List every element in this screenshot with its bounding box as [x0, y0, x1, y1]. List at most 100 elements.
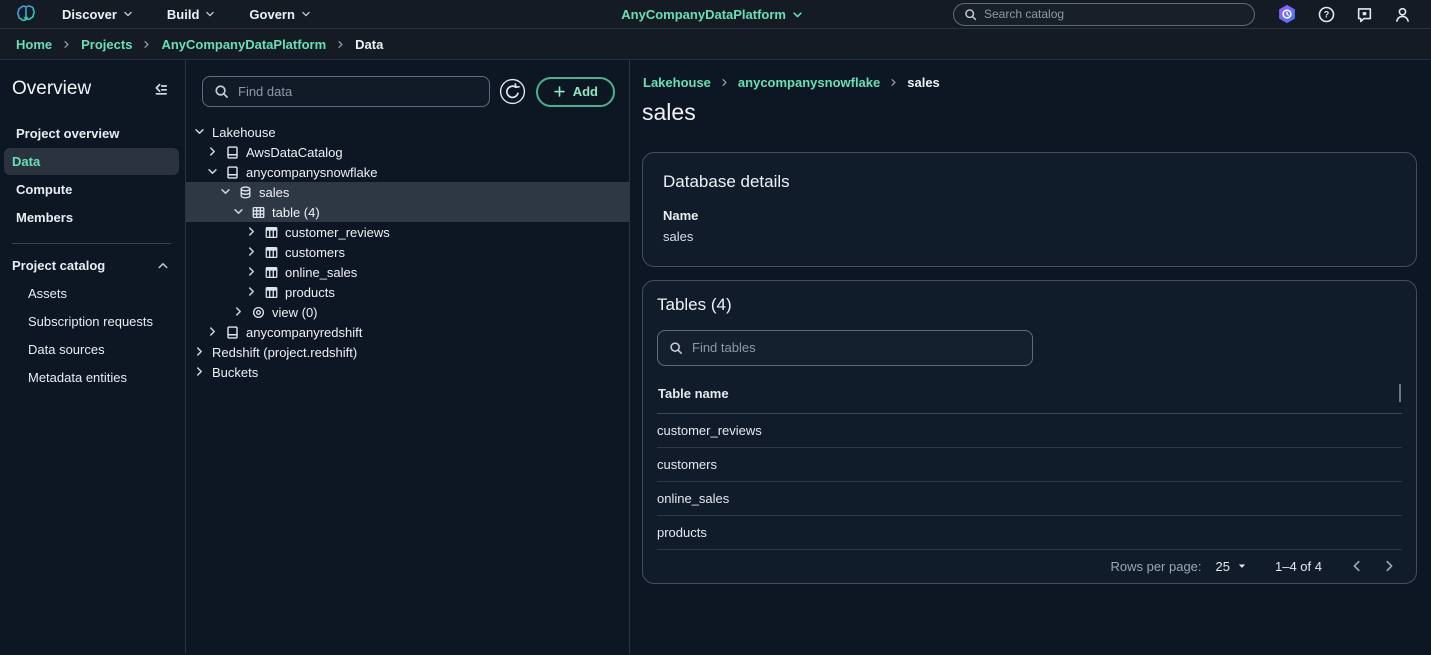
- sidebar-item-metadata-entities[interactable]: Metadata entities: [4, 364, 179, 391]
- find-tables-input[interactable]: [692, 340, 1021, 355]
- tree-node-redshift-project-redshift[interactable]: Redshift (project.redshift): [186, 342, 629, 362]
- table-cell-name: online_sales: [657, 491, 729, 506]
- next-page-icon[interactable]: [1380, 557, 1398, 575]
- breadcrumb-item-home[interactable]: Home: [16, 37, 52, 52]
- table-grid-icon: [251, 205, 266, 220]
- pagination: Rows per page: 25 1–4 of 4: [657, 550, 1402, 584]
- svg-text:?: ?: [1324, 9, 1330, 19]
- sidebar-item-project-overview[interactable]: Project overview: [4, 120, 179, 147]
- tables-heading: Tables (4): [657, 295, 1402, 315]
- sidebar-item-compute[interactable]: Compute: [4, 176, 179, 203]
- add-button[interactable]: Add: [536, 77, 615, 107]
- tree-node-label: products: [285, 285, 335, 300]
- tree-node-anycompanysnowflake[interactable]: anycompanysnowflake: [186, 162, 629, 182]
- project-selector-dropdown[interactable]: AnyCompanyDataPlatform: [621, 7, 803, 22]
- table-body: customer_reviewscustomers online_salespro…: [657, 414, 1402, 550]
- search-icon: [214, 84, 229, 99]
- table-icon: [264, 285, 279, 300]
- tree-node-label: AwsDataCatalog: [246, 145, 343, 160]
- chevron-right-icon[interactable]: [233, 306, 245, 318]
- tree-node-online-sales[interactable]: online_sales: [186, 262, 629, 282]
- chevron-down-icon[interactable]: [207, 166, 219, 178]
- chevron-right-icon[interactable]: [246, 226, 258, 238]
- chevron-down-icon[interactable]: [233, 206, 245, 218]
- tree-node-customers[interactable]: customers: [186, 242, 629, 262]
- breadcrumb-item-lakehouse[interactable]: Lakehouse: [643, 75, 711, 90]
- table-row-customers[interactable]: customers: [657, 448, 1402, 482]
- top-navigation: Discover Build Govern AnyCompanyDataPlatfo…: [0, 0, 1431, 29]
- chevron-right-icon[interactable]: [194, 346, 206, 358]
- tree-node-awsdatacatalog[interactable]: AwsDataCatalog: [186, 142, 629, 162]
- breadcrumb-item-anycompanysnowflake[interactable]: anycompanysnowflake: [738, 75, 880, 90]
- nav-menu-build[interactable]: Build: [167, 7, 216, 22]
- name-label: Name: [663, 208, 1396, 223]
- caret-down-icon: [1237, 561, 1247, 571]
- breadcrumb-separator: [336, 40, 345, 49]
- nav-menu-govern[interactable]: Govern: [249, 7, 311, 22]
- sidebar-title: Overview: [12, 78, 91, 100]
- tree-node-sales[interactable]: sales: [186, 182, 629, 202]
- tree-node-view-0[interactable]: view (0): [186, 302, 629, 322]
- tree-node-products[interactable]: products: [186, 282, 629, 302]
- chevron-right-icon[interactable]: [246, 246, 258, 258]
- add-button-label: Add: [573, 84, 598, 99]
- table-row-online-sales[interactable]: online_sales: [657, 482, 1402, 516]
- sidebar-item-assets[interactable]: Assets: [4, 280, 179, 307]
- find-tables-search[interactable]: [657, 330, 1033, 366]
- chevron-right-icon[interactable]: [207, 326, 219, 338]
- tree-node-customer-reviews[interactable]: customer_reviews: [186, 222, 629, 242]
- nav-menu-label: Build: [167, 7, 200, 22]
- table-row-products[interactable]: products: [657, 516, 1402, 550]
- catalog-search[interactable]: [953, 3, 1255, 26]
- amazon-q-icon[interactable]: [1277, 4, 1297, 24]
- tree-node-label: table (4): [272, 205, 320, 220]
- chevron-right-icon[interactable]: [207, 146, 219, 158]
- sidebar-section-project-catalog[interactable]: Project catalog: [0, 254, 185, 279]
- sidebar-item-subscription-requests[interactable]: Subscription requests: [4, 308, 179, 335]
- refresh-icon[interactable]: [499, 78, 527, 106]
- chevron-right-icon[interactable]: [194, 366, 206, 378]
- tree-node-anycompanyredshift[interactable]: anycompanyredshift: [186, 322, 629, 342]
- breadcrumb-separator: [889, 78, 898, 87]
- sidebar-catalog-nav: AssetsSubscription requestsData sourcesM…: [0, 280, 185, 391]
- sidebar-item-data-sources[interactable]: Data sources: [4, 336, 179, 363]
- sidebar-item-data[interactable]: Data: [4, 148, 179, 175]
- name-value: sales: [663, 229, 1396, 244]
- breadcrumb-separator: [142, 40, 151, 49]
- plus-icon: [553, 85, 566, 98]
- sidebar-divider: [12, 243, 171, 244]
- chevron-right-icon[interactable]: [246, 266, 258, 278]
- table-icon: [264, 245, 279, 260]
- catalog-search-input[interactable]: [984, 7, 1244, 21]
- table-cell-name: products: [657, 525, 707, 540]
- feedback-icon[interactable]: [1356, 6, 1373, 23]
- chevron-down-icon[interactable]: [194, 126, 206, 138]
- column-resize-handle[interactable]: [1399, 384, 1401, 402]
- nav-menu-discover[interactable]: Discover: [62, 7, 133, 22]
- chevron-right-icon[interactable]: [246, 286, 258, 298]
- top-nav-menus: Discover Build Govern: [62, 7, 311, 22]
- breadcrumb-item-anycompanydataplatform[interactable]: AnyCompanyDataPlatform: [161, 37, 326, 52]
- tree-node-table-4[interactable]: table (4): [186, 202, 629, 222]
- catalog-icon: [225, 165, 240, 180]
- project-catalog-header: Project catalog: [12, 258, 105, 273]
- user-icon[interactable]: [1394, 6, 1411, 23]
- chevron-down-icon[interactable]: [220, 186, 232, 198]
- breadcrumb-item-data: Data: [355, 37, 383, 52]
- app-logo-brain-icon[interactable]: [14, 3, 38, 25]
- catalog-icon: [225, 325, 240, 340]
- help-icon[interactable]: ?: [1318, 6, 1335, 23]
- tree-node-lakehouse[interactable]: Lakehouse: [186, 122, 629, 142]
- collapse-panel-icon[interactable]: [151, 79, 171, 99]
- previous-page-icon[interactable]: [1348, 557, 1366, 575]
- data-explorer-panel: Add Lakehouse AwsDataCatalog anycompanysno…: [186, 60, 630, 654]
- tree-node-buckets[interactable]: Buckets: [186, 362, 629, 382]
- sidebar-item-members[interactable]: Members: [4, 204, 179, 231]
- chevron-down-icon: [792, 9, 803, 20]
- table-row-customer-reviews[interactable]: customer_reviews: [657, 414, 1402, 448]
- breadcrumb-separator: [62, 40, 71, 49]
- breadcrumb-item-projects[interactable]: Projects: [81, 37, 132, 52]
- find-data-search[interactable]: [202, 76, 490, 107]
- rows-per-page-select[interactable]: 25: [1216, 559, 1247, 574]
- find-data-input[interactable]: [238, 84, 478, 99]
